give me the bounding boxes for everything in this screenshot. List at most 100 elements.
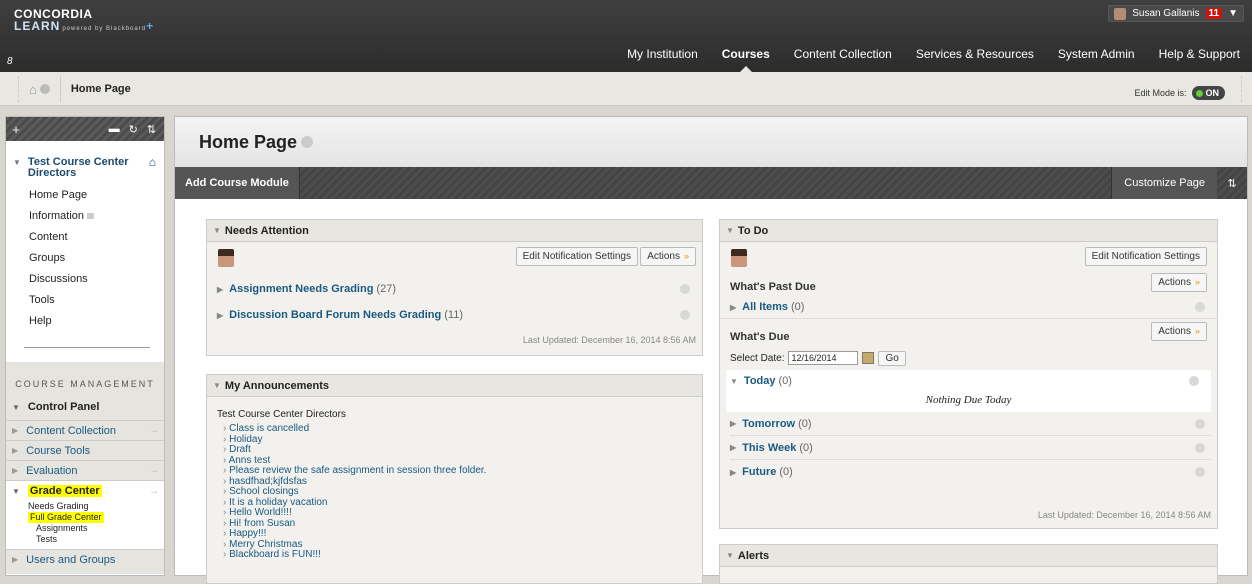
course-title[interactable]: ▼ Test Course Center Directors ⌂ xyxy=(6,141,164,179)
announcement-link[interactable]: It is a holiday vacation xyxy=(223,497,692,509)
tab-content-collection[interactable]: Content Collection xyxy=(782,44,904,64)
customize-page-button[interactable]: Customize Page xyxy=(1111,167,1217,199)
pencil-icon[interactable]: 8 xyxy=(7,56,13,67)
chevron-down-icon: ▼ xyxy=(1228,8,1238,19)
module-header[interactable]: ▼ My Announcements xyxy=(207,375,702,397)
menu-item-help[interactable]: Help xyxy=(29,311,164,332)
edit-notification-settings-button[interactable]: Edit Notification Settings xyxy=(1084,247,1207,266)
item-count: (0) xyxy=(799,441,813,454)
item-menu-icon[interactable] xyxy=(1195,302,1205,312)
folder-view-icon[interactable]: ▬ xyxy=(109,123,120,136)
last-updated: Last Updated: December 16, 2014 8:56 AM xyxy=(1037,510,1211,520)
tab-services-resources[interactable]: Services & Resources xyxy=(904,44,1046,64)
calendar-icon[interactable] xyxy=(862,352,875,364)
future[interactable]: ▶ Future (0) xyxy=(730,460,1211,484)
refresh-icon[interactable]: ↻ xyxy=(129,123,138,136)
announcement-link[interactable]: Happy!!! xyxy=(223,528,692,540)
home-icon: ⌂ xyxy=(148,155,156,169)
this-week[interactable]: ▶ This Week (0) xyxy=(730,436,1211,460)
page-title: Home Page xyxy=(199,131,298,152)
user-avatar xyxy=(1114,7,1127,20)
menu-item-tools[interactable]: Tools xyxy=(29,290,164,311)
actions-button[interactable]: Actions» xyxy=(1151,273,1207,292)
item-menu-icon[interactable] xyxy=(1195,442,1205,453)
item-label: This Week xyxy=(742,441,797,454)
announcement-link[interactable]: Blackboard is FUN!!! xyxy=(223,549,692,561)
announcement-link[interactable]: Hello World!!!! xyxy=(223,507,692,519)
tomorrow[interactable]: ▶ Tomorrow (0) xyxy=(730,412,1211,436)
item-menu-icon[interactable] xyxy=(680,310,690,320)
link-needs-grading[interactable]: Needs Grading xyxy=(12,501,164,512)
last-updated: Last Updated: December 16, 2014 8:56 AM xyxy=(522,335,696,345)
item-label: Future xyxy=(742,466,777,478)
edit-mode-toggle[interactable]: ON xyxy=(1191,86,1225,100)
home-icon[interactable]: ⌂ xyxy=(29,82,37,97)
collapse-icon: ▼ xyxy=(726,551,734,560)
item-menu-icon[interactable] xyxy=(1189,376,1199,386)
menu-item-content[interactable]: Content xyxy=(29,227,164,248)
announcement-link[interactable]: Holiday xyxy=(223,434,692,446)
course-menu-list: Home Page Information Content Groups Dis… xyxy=(6,185,164,332)
expand-icon: ▶ xyxy=(12,466,19,475)
go-button[interactable]: Go xyxy=(878,350,906,366)
announcement-link[interactable]: Draft xyxy=(223,444,692,456)
link-full-grade-center[interactable]: Full Grade Center xyxy=(12,512,164,523)
sort-icon[interactable]: ⇅ xyxy=(147,123,156,136)
course-menu: + ▬ ↻ ⇅ ▼ Test Course Center Directors ⌂… xyxy=(5,116,165,576)
reorder-icon[interactable]: ⇅ xyxy=(1217,177,1247,190)
alerts-module: ▼ Alerts xyxy=(719,544,1218,584)
announcement-link[interactable]: Class is cancelled xyxy=(223,423,692,435)
expand-icon: ▶ xyxy=(217,284,224,294)
actions-button[interactable]: Actions» xyxy=(640,247,696,266)
tab-system-admin[interactable]: System Admin xyxy=(1046,44,1147,64)
announcement-link[interactable]: School closings xyxy=(223,486,692,498)
menu-item-information[interactable]: Information xyxy=(29,206,164,227)
cm-item-label: Users and Groups xyxy=(26,553,116,566)
collapse-icon: ▼ xyxy=(730,376,738,386)
cm-item-evaluation[interactable]: ▶ Evaluation → xyxy=(6,460,164,480)
cm-item-users-groups[interactable]: ▶ Users and Groups xyxy=(6,549,164,569)
item-menu-icon[interactable] xyxy=(1195,418,1205,429)
today[interactable]: ▼ Today (0) xyxy=(730,370,1205,392)
module-header[interactable]: ▼ To Do xyxy=(720,220,1217,242)
announcements-module: ▼ My Announcements Test Course Center Dir… xyxy=(206,374,703,584)
cm-item-content-collection[interactable]: ▶ Content Collection → xyxy=(6,420,164,440)
item-menu-icon[interactable] xyxy=(1195,467,1205,477)
tab-my-institution[interactable]: My Institution xyxy=(615,44,710,64)
link-tests[interactable]: Tests xyxy=(12,534,164,545)
grade-center[interactable]: ▼ Grade Center → xyxy=(12,485,164,497)
date-input[interactable]: 12/16/2014 xyxy=(788,351,859,365)
breadcrumb-menu-icon[interactable] xyxy=(39,84,50,94)
add-course-module-button[interactable]: Add Course Module xyxy=(175,167,300,199)
actions-button[interactable]: Actions» xyxy=(1151,322,1207,341)
course-management: COURSE MANAGEMENT ▼ Control Panel ▶ Conten… xyxy=(6,362,164,574)
menu-item-groups[interactable]: Groups xyxy=(29,248,164,269)
menu-item-discussions[interactable]: Discussions xyxy=(29,269,164,290)
control-panel[interactable]: ▼ Control Panel xyxy=(6,389,164,413)
link-assignments[interactable]: Assignments xyxy=(12,523,164,534)
module-header[interactable]: ▼ Needs Attention xyxy=(207,220,702,242)
announcement-link[interactable]: Please review the safe assignment in ses… xyxy=(223,465,692,477)
user-avatar xyxy=(731,249,747,267)
discussion-needs-grading[interactable]: ▶ Discussion Board Forum Needs Grading (11… xyxy=(217,302,696,328)
cm-item-course-tools[interactable]: ▶ Course Tools xyxy=(6,440,164,460)
breadcrumb-current: Home Page xyxy=(59,76,131,102)
module-header[interactable]: ▼ Alerts xyxy=(720,545,1217,567)
page-menu-icon[interactable] xyxy=(301,136,314,148)
main-content: Home Page Add Course Module Customize Pa… xyxy=(174,116,1248,584)
nothing-due-text: Nothing Due Today xyxy=(925,394,1012,406)
item-menu-icon[interactable] xyxy=(680,284,690,294)
tab-help-support[interactable]: Help & Support xyxy=(1147,44,1252,64)
user-menu[interactable]: Susan Gallanis 11 ▼ xyxy=(1108,5,1244,22)
full-grade-center-label: Full Grade Center xyxy=(28,512,104,523)
all-items[interactable]: ▶ All Items (0) xyxy=(730,296,1211,318)
add-menu-item-icon[interactable]: + xyxy=(6,122,26,137)
arrow-right-icon: → xyxy=(149,465,159,476)
edit-notification-settings-button[interactable]: Edit Notification Settings xyxy=(515,247,638,266)
tab-courses[interactable]: Courses xyxy=(710,44,782,72)
menu-item-home-page[interactable]: Home Page xyxy=(29,185,164,206)
concordia-learn-logo[interactable]: CONCORDIA LEARN powered by Blackboard+ xyxy=(14,8,154,35)
expand-icon: ▶ xyxy=(217,310,224,320)
announcement-link[interactable]: Hi! from Susan xyxy=(223,518,692,530)
assignment-needs-grading[interactable]: ▶ Assignment Needs Grading (27) xyxy=(217,276,696,302)
